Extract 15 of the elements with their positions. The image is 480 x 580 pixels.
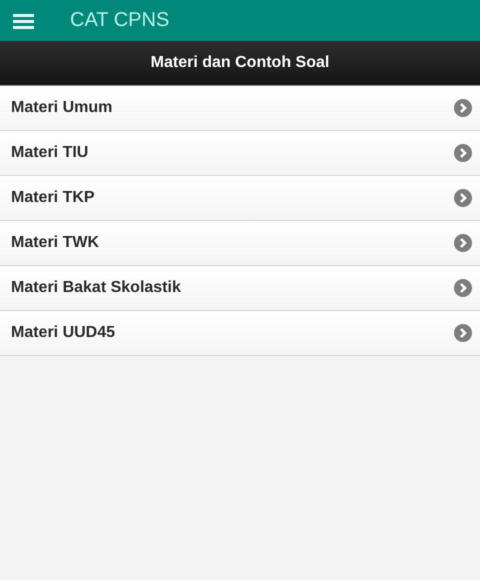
chevron-icon <box>454 189 472 207</box>
menu-item[interactable]: Materi Umum <box>0 86 480 131</box>
chevron-icon <box>454 234 472 252</box>
chevron-icon <box>454 324 472 342</box>
chevron-icon <box>454 99 472 117</box>
menu-item[interactable]: Materi TKP <box>0 176 480 221</box>
menu-item[interactable]: Materi TWK <box>0 221 480 266</box>
chevron-icon <box>454 279 472 297</box>
section-title: Materi dan Contoh Soal <box>150 54 330 72</box>
menu-item[interactable]: Materi UUD45 <box>0 311 480 356</box>
app-title: CAT CPNS <box>70 9 170 32</box>
menu-item[interactable]: Materi Bakat Skolastik <box>0 266 480 311</box>
menu-icon[interactable] <box>13 12 34 28</box>
menu-item[interactable]: Materi TIU <box>0 131 480 176</box>
chevron-icon <box>454 144 472 162</box>
